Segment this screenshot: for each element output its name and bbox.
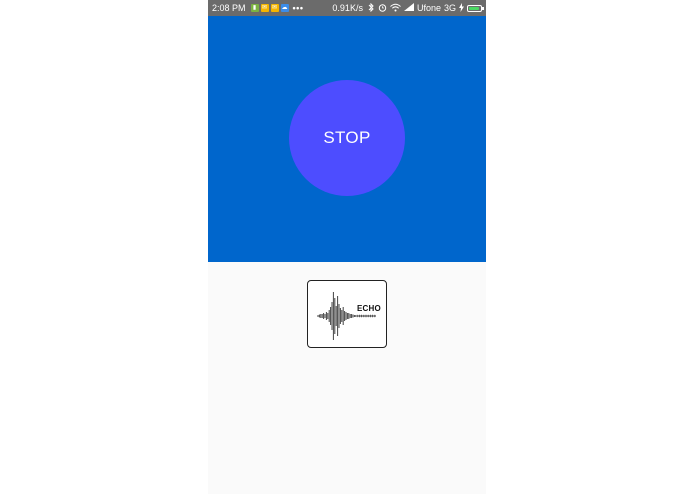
battery-saver-icon: ▮ — [250, 4, 259, 12]
network-type: 3G — [443, 3, 456, 13]
wifi-icon — [390, 3, 401, 14]
bluetooth-icon — [367, 2, 375, 14]
status-bar: 2:08 PM ▮ ✉ ✉ ☁ ••• 0.91K/s Ufone 3G — [208, 0, 486, 16]
sound-wave-icon — [317, 292, 376, 340]
cloud-icon: ☁ — [280, 4, 289, 12]
battery-level — [469, 6, 479, 10]
network-speed: 0.91K/s — [332, 3, 363, 13]
alarm-icon — [378, 3, 387, 14]
app-notification-icon: ✉ — [260, 4, 269, 12]
signal-icon — [403, 3, 414, 13]
echo-logo[interactable]: ECHO — [307, 280, 387, 348]
app-notification-icon: ✉ — [270, 4, 279, 12]
logo-text: ECHO — [357, 304, 381, 313]
battery-icon — [467, 4, 484, 12]
phone-screen: 2:08 PM ▮ ✉ ✉ ☁ ••• 0.91K/s Ufone 3G STO… — [208, 0, 486, 494]
carrier-name: Ufone — [416, 3, 441, 13]
stop-button[interactable]: STOP — [289, 80, 405, 196]
charging-icon — [459, 2, 464, 14]
status-time: 2:08 PM — [212, 3, 246, 13]
top-panel: STOP — [208, 16, 486, 262]
more-notifications: ••• — [292, 3, 304, 13]
